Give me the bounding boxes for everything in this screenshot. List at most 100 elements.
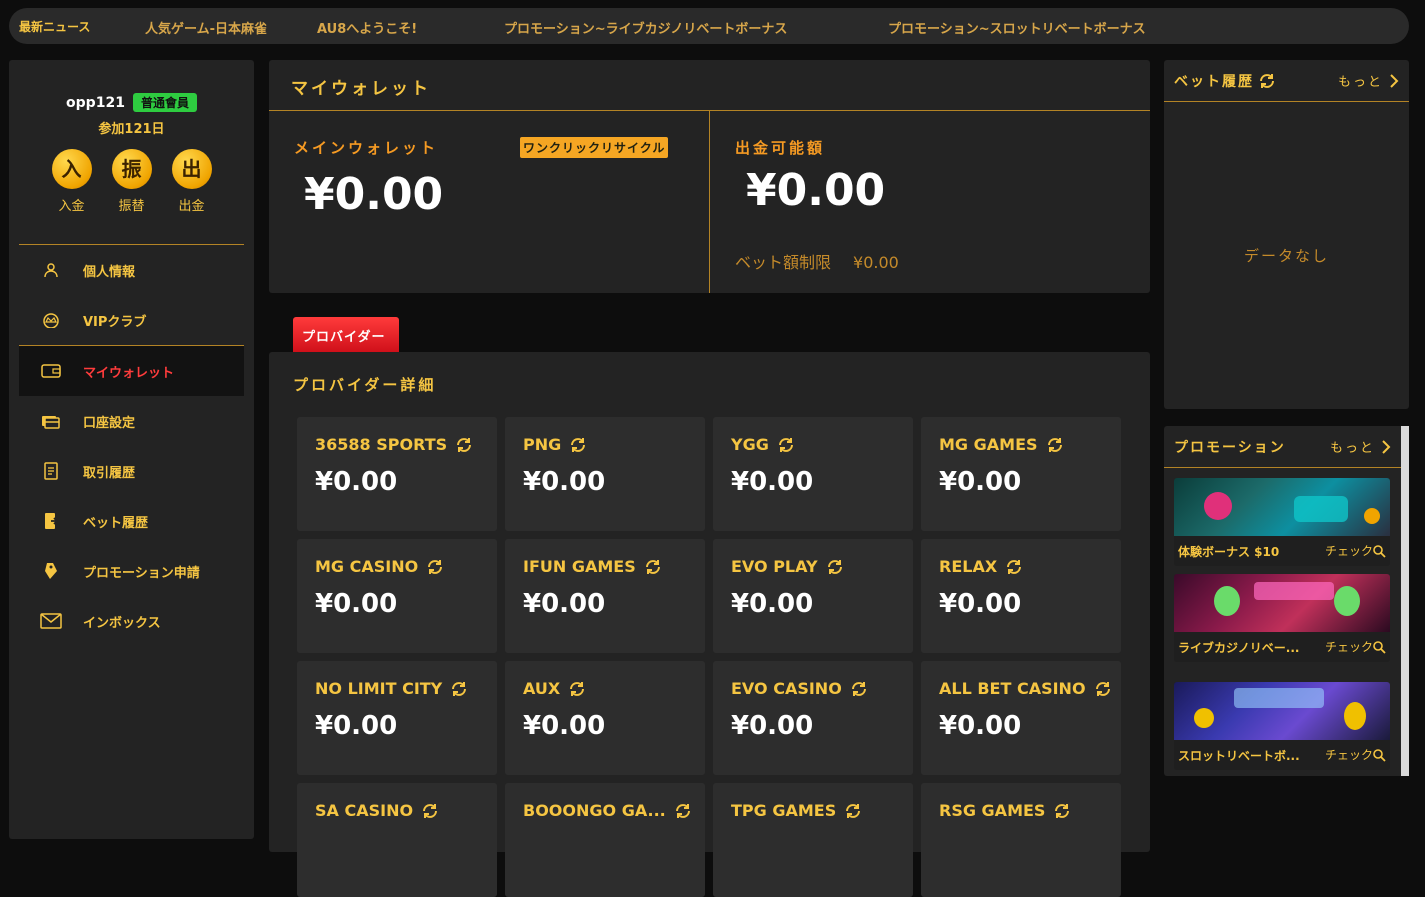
sidebar-item-profile[interactable]: 個人情報 xyxy=(9,245,254,295)
transfer-icon: 振 xyxy=(111,149,152,189)
main-wallet-amount: ¥0.00 xyxy=(304,169,444,220)
refresh-icon[interactable] xyxy=(844,802,862,820)
sidebar: opp121 普通會員 参加121日 入 入金 振 振替 出 出金 個人情報 VI… xyxy=(9,60,254,839)
ticker-message[interactable]: AU8へようこそ! xyxy=(317,18,417,37)
chevron-right-icon xyxy=(1390,73,1399,88)
sidebar-item-label: プロモーション申請 xyxy=(83,565,200,581)
sidebar-item-wallet[interactable]: マイウォレット xyxy=(19,346,244,396)
member-level-badge: 普通會員 xyxy=(132,93,197,112)
transfer-label: 振替 xyxy=(118,199,145,214)
provider-name: EVO CASINO xyxy=(731,679,842,698)
more-label: もっと xyxy=(1329,441,1375,456)
provider-balance: ¥0.00 xyxy=(315,589,398,619)
promo-banner-image xyxy=(1174,574,1390,632)
provider-name: RELAX xyxy=(939,557,998,576)
promo-card[interactable]: スロットリベートボ... チェック xyxy=(1174,682,1390,770)
provider-name: ALL BET CASINO xyxy=(939,679,1086,698)
provider-balance: ¥0.00 xyxy=(731,589,814,619)
ticker-label: 最新ニュース xyxy=(19,19,91,34)
refresh-icon[interactable] xyxy=(450,680,468,698)
ticker-message[interactable]: 人気ゲーム-日本麻雀 xyxy=(145,18,267,37)
refresh-icon[interactable] xyxy=(1053,802,1071,820)
deposit-label: 入金 xyxy=(58,199,85,214)
provider-card: MG GAMES ¥0.00 xyxy=(921,417,1121,531)
provider-card: EVO PLAY ¥0.00 xyxy=(713,539,913,653)
main-wallet-section: メインウォレット ワンクリックリサイクル ¥0.00 xyxy=(269,111,709,293)
deposit-button[interactable]: 入 入金 xyxy=(51,149,92,214)
one-click-recycle-button[interactable]: ワンクリックリサイクル xyxy=(520,137,669,158)
refresh-icon[interactable] xyxy=(426,558,444,576)
sidebar-item-account[interactable]: 口座設定 xyxy=(9,396,254,446)
withdrawable-label: 出金可能額 xyxy=(735,139,826,157)
refresh-icon[interactable] xyxy=(1094,680,1112,698)
promo-banner-image xyxy=(1174,682,1390,740)
wallet-title: マイウォレット xyxy=(269,60,1150,111)
ticker-message[interactable]: プロモーション~スロットリベートボーナス xyxy=(888,18,1146,37)
refresh-icon[interactable] xyxy=(1005,558,1023,576)
promo-check-label: チェック xyxy=(1324,639,1373,654)
provider-card: ALL BET CASINO ¥0.00 xyxy=(921,661,1121,775)
bet-limit-value: ¥0.00 xyxy=(853,253,899,272)
refresh-icon[interactable] xyxy=(569,436,587,454)
refresh-icon[interactable] xyxy=(1258,72,1276,90)
sidebar-item-label: ベット履歴 xyxy=(83,515,149,531)
provider-card: RELAX ¥0.00 xyxy=(921,539,1121,653)
promo-check-label: チェック xyxy=(1324,747,1373,762)
provider-balance: ¥0.00 xyxy=(523,467,606,497)
sidebar-item-inbox[interactable]: インボックス xyxy=(9,596,254,646)
bet-history-more-link[interactable]: もっと xyxy=(1338,71,1399,90)
tab-provider[interactable]: プロバイダー xyxy=(293,317,399,352)
refresh-icon[interactable] xyxy=(850,680,868,698)
promotions-more-link[interactable]: もっと xyxy=(1330,437,1391,456)
withdrawable-amount: ¥0.00 xyxy=(746,165,886,216)
refresh-icon[interactable] xyxy=(644,558,662,576)
sidebar-item-promotion-apply[interactable]: プロモーション申請 xyxy=(9,546,254,596)
deposit-icon: 入 xyxy=(51,149,92,189)
main-wallet-label: メインウォレット xyxy=(294,139,439,157)
tag-icon xyxy=(39,561,63,581)
provider-balance: ¥0.00 xyxy=(731,467,814,497)
refresh-icon[interactable] xyxy=(674,802,692,820)
crown-icon xyxy=(39,310,63,330)
sidebar-item-vip[interactable]: VIPクラブ xyxy=(9,295,254,345)
sidebar-item-label: 取引履歴 xyxy=(83,465,136,481)
promotions-panel: プロモーション もっと 体験ボーナス $10 チェック ライブカジノリベー... チ… xyxy=(1164,426,1409,776)
withdraw-icon: 出 xyxy=(171,149,212,189)
user-icon xyxy=(39,260,63,280)
promotions-title: プロモーション xyxy=(1174,439,1286,456)
withdrawable-section: 出金可能額 ¥0.00 ベット額制限 ¥0.00 xyxy=(709,111,1150,293)
transfer-button[interactable]: 振 振替 xyxy=(111,149,152,214)
refresh-icon[interactable] xyxy=(421,802,439,820)
provider-balance: ¥0.00 xyxy=(523,711,606,741)
provider-name: NO LIMIT CITY xyxy=(315,679,443,698)
promo-card[interactable]: ライブカジノリベー... チェック xyxy=(1174,574,1390,662)
profile-panel: opp121 普通會員 参加121日 入 入金 振 振替 出 出金 xyxy=(9,60,254,214)
promo-card[interactable]: 体験ボーナス $10 チェック xyxy=(1174,478,1390,566)
bet-limit: ベット額制限 ¥0.00 xyxy=(735,249,899,273)
ticker-message[interactable]: プロモーション~ライブカジノリベートボーナス xyxy=(504,18,787,37)
search-icon xyxy=(1373,640,1386,654)
sidebar-item-bet-history[interactable]: ベット履歴 xyxy=(9,496,254,546)
bet-icon xyxy=(39,511,63,531)
provider-panel: プロバイダー詳細 36588 SPORTS ¥0.00 PNG ¥0.00 YGG ¥0.… xyxy=(269,352,1150,897)
scrollbar[interactable] xyxy=(1401,426,1409,776)
withdraw-button[interactable]: 出 出金 xyxy=(171,149,212,214)
refresh-icon[interactable] xyxy=(455,436,473,454)
sidebar-item-transactions[interactable]: 取引履歴 xyxy=(9,446,254,496)
wallet-icon xyxy=(39,361,63,381)
main-content: マイウォレット メインウォレット ワンクリックリサイクル ¥0.00 出金可能額… xyxy=(269,60,1150,897)
search-icon xyxy=(1373,544,1386,558)
refresh-icon[interactable] xyxy=(568,680,586,698)
provider-card: YGG ¥0.00 xyxy=(713,417,913,531)
search-icon xyxy=(1373,748,1386,762)
refresh-icon[interactable] xyxy=(777,436,795,454)
provider-name: IFUN GAMES xyxy=(523,557,636,576)
provider-card: PNG ¥0.00 xyxy=(505,417,705,531)
wallet-panel: マイウォレット メインウォレット ワンクリックリサイクル ¥0.00 出金可能額… xyxy=(269,60,1150,293)
refresh-icon[interactable] xyxy=(826,558,844,576)
promo-banner-image xyxy=(1174,478,1390,536)
chevron-right-icon xyxy=(1382,439,1391,454)
right-column: ベット履歴 もっと データなし プロモーション もっと 体験ボーナス $10 チェ… xyxy=(1164,60,1409,776)
refresh-icon[interactable] xyxy=(1046,436,1064,454)
promo-caption: ライブカジノリベー... xyxy=(1178,640,1300,655)
